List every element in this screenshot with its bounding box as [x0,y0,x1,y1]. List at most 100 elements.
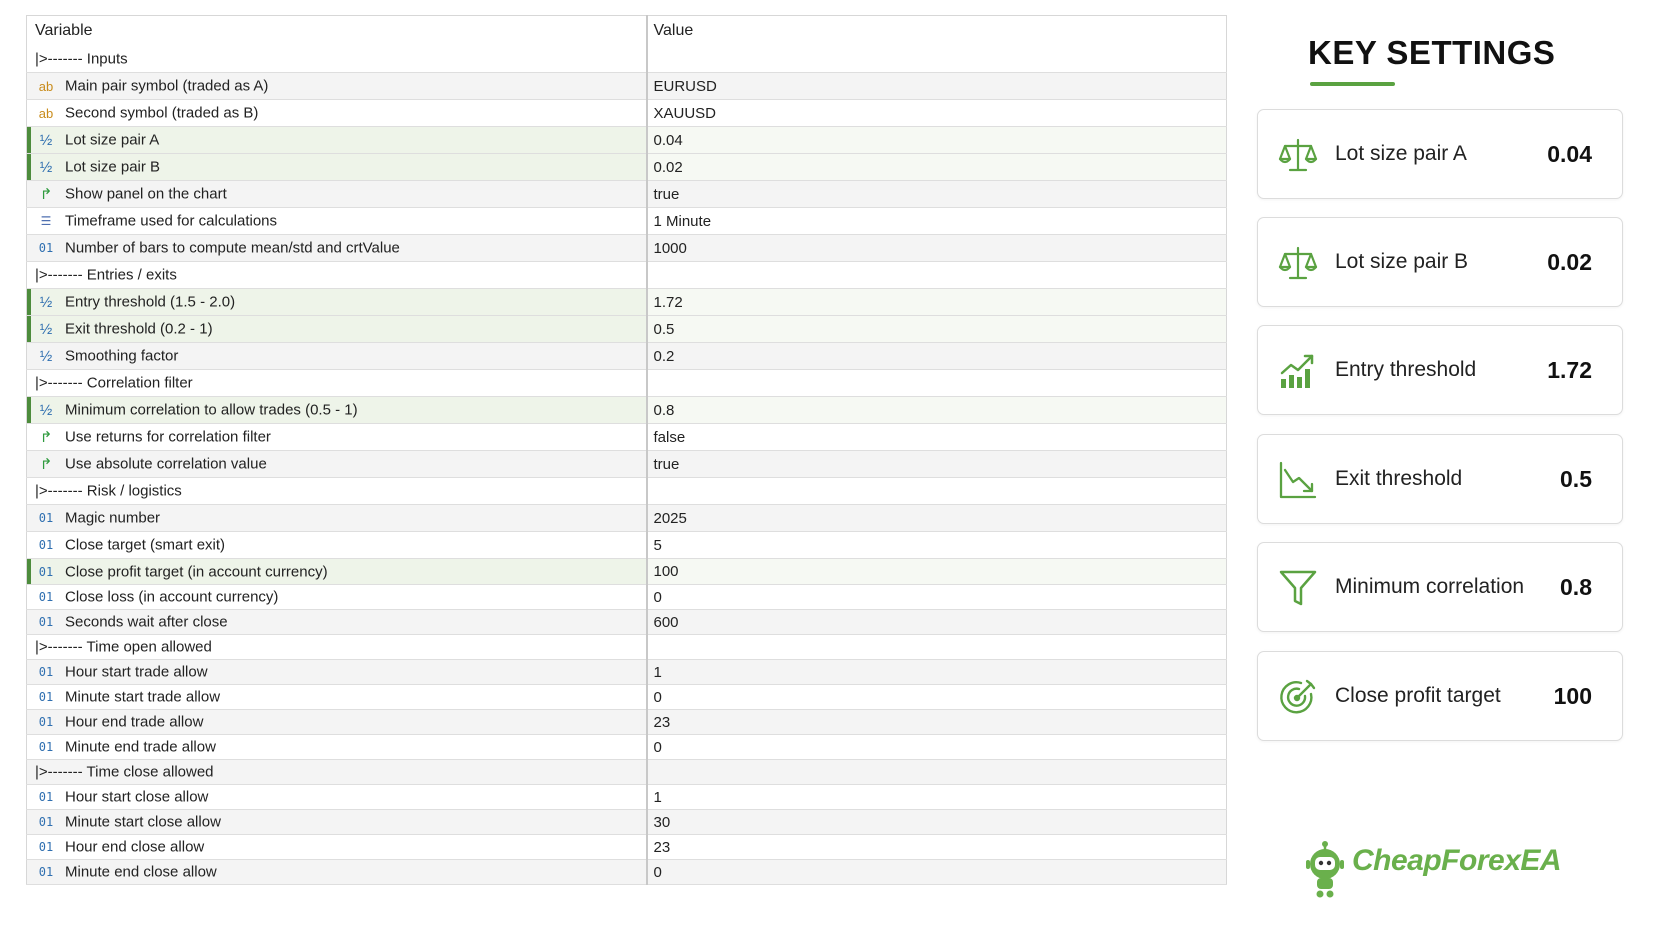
value-cell[interactable]: 30 [646,809,1227,835]
parameter-row[interactable]: 01 Minute end close allow 0 [26,859,1227,885]
parameter-row[interactable]: 01 Minute start trade allow 0 [26,684,1227,710]
value-cell[interactable]: true [646,450,1227,478]
integer-type-icon: 01 [38,538,54,553]
value-cell[interactable]: 1 [646,659,1227,685]
chart-down-icon [1279,461,1317,499]
value-cell[interactable]: EURUSD [646,72,1227,100]
group-label: |>------- Time close allowed [35,763,214,781]
parameter-row[interactable]: ab Main pair symbol (traded as A) EURUSD [26,72,1227,100]
parameter-row[interactable]: ↱ Use returns for correlation filter false [26,423,1227,451]
key-card-value: 0.02 [1547,249,1592,275]
variable-label: Hour end trade allow [65,713,204,731]
parameter-row[interactable]: ½ Lot size pair A 0.04 [26,126,1227,154]
value-cell[interactable]: 0 [646,859,1227,885]
variable-cell: 01 Minute end close allow [26,859,648,885]
value-cell[interactable]: 2025 [646,504,1227,532]
parameter-row[interactable]: 01 Minute end trade allow 0 [26,734,1227,760]
parameter-row[interactable]: 01 Hour end trade allow 23 [26,709,1227,735]
value-cell[interactable]: false [646,423,1227,451]
value-cell[interactable]: 600 [646,609,1227,635]
value-cell[interactable]: 0 [646,734,1227,760]
parameter-row[interactable]: ½ Exit threshold (0.2 - 1) 0.5 [26,315,1227,343]
parameter-row[interactable]: 01 Seconds wait after close 600 [26,609,1227,635]
parameter-row[interactable]: ab Second symbol (traded as B) XAUUSD [26,99,1227,127]
balance-scale-icon [1278,246,1318,280]
value-cell[interactable]: 0.02 [646,153,1227,181]
parameter-row[interactable]: 01 Close profit target (in account curren… [26,558,1227,585]
variable-cell: ab Main pair symbol (traded as A) [26,72,648,100]
parameter-row[interactable]: ↱ Show panel on the chart true [26,180,1227,208]
value-cell[interactable]: 0.2 [646,342,1227,370]
value-cell[interactable]: 23 [646,709,1227,735]
parameter-row[interactable]: 01 Magic number 2025 [26,504,1227,532]
variable-cell: ½ Smoothing factor [26,342,648,370]
parameter-row[interactable]: 01 Close target (smart exit) 5 [26,531,1227,559]
integer-type-icon: 01 [38,241,54,256]
group-header-row: |>------- Correlation filter [26,369,1227,397]
double-type-icon: ½ [39,320,53,338]
variable-label: Exit threshold (0.2 - 1) [65,320,213,338]
integer-type-icon: 01 [38,740,54,755]
variable-label: Timeframe used for calculations [65,212,278,230]
variable-cell: 01 Minute start trade allow [26,684,648,710]
robot-mascot-icon [1306,841,1344,898]
variable-label: Number of bars to compute mean/std and c… [65,239,400,257]
parameter-row[interactable]: ½ Lot size pair B 0.02 [26,153,1227,181]
value-cell[interactable]: 23 [646,834,1227,860]
parameter-row[interactable]: 01 Minute start close allow 30 [26,809,1227,835]
value-cell [646,369,1227,397]
parameter-row[interactable]: ½ Smoothing factor 0.2 [26,342,1227,370]
variable-label: Minute end close allow [65,863,217,881]
value-cell[interactable]: 1000 [646,234,1227,262]
parameter-row[interactable]: 01 Hour start close allow 1 [26,784,1227,810]
bool-type-icon: ↱ [39,429,53,447]
variable-label: Close profit target (in account currency… [65,563,328,581]
value-cell[interactable]: 0 [646,584,1227,610]
value-cell[interactable]: 1 [646,784,1227,810]
variable-cell: ↱ Use absolute correlation value [26,450,648,478]
parameter-row[interactable]: ☰ Timeframe used for calculations 1 Minute [26,207,1227,235]
integer-type-icon: 01 [38,615,54,630]
parameter-row[interactable]: 01 Hour end close allow 23 [26,834,1227,860]
value-column-header: Value [653,21,694,39]
double-type-icon: ½ [39,158,53,176]
variable-cell: 01 Magic number [26,504,648,532]
integer-type-icon: 01 [38,815,54,830]
parameter-row[interactable]: 01 Hour start trade allow 1 [26,659,1227,685]
variable-label: Minimum correlation to allow trades (0.5… [65,401,358,419]
value-cell[interactable]: 0.8 [646,396,1227,424]
value-cell[interactable]: 1 Minute [646,207,1227,235]
integer-type-icon: 01 [38,511,54,526]
parameter-row[interactable]: ↱ Use absolute correlation value true [26,450,1227,478]
value-cell[interactable]: true [646,180,1227,208]
value-cell[interactable]: 0.04 [646,126,1227,154]
table-header-row: Variable Value [26,15,1227,46]
key-card-close-profit-target: Close profit target 100 [1257,651,1623,741]
key-card-value: 0.04 [1547,141,1592,167]
value-cell[interactable]: 0 [646,684,1227,710]
group-header-row: |>------- Time open allowed [26,634,1227,660]
variable-cell: 01 Seconds wait after close [26,609,648,635]
value-cell[interactable]: 0.5 [646,315,1227,343]
variable-label: Hour start trade allow [65,663,208,681]
parameter-row[interactable]: ½ Minimum correlation to allow trades (0.… [26,396,1227,424]
variable-label: Entry threshold (1.5 - 2.0) [65,293,236,311]
parameter-row[interactable]: 01 Number of bars to compute mean/std and… [26,234,1227,262]
key-card-label: Minimum correlation [1335,575,1525,598]
value-cell [646,261,1227,289]
value-cell [646,634,1227,660]
key-card-label: Lot size pair A [1335,142,1467,165]
variable-label: Use returns for correlation filter [65,428,271,446]
value-cell[interactable]: 100 [646,558,1227,585]
parameter-row[interactable]: ½ Entry threshold (1.5 - 2.0) 1.72 [26,288,1227,316]
group-label: |>------- Entries / exits [35,266,177,284]
variable-cell: |>------- Risk / logistics [26,477,648,505]
value-cell[interactable]: XAUUSD [646,99,1227,127]
key-card-value: 0.8 [1560,574,1592,600]
variable-cell: ½ Lot size pair B [26,153,648,181]
key-settings-title: KEY SETTINGS [1308,34,1556,71]
value-cell[interactable]: 5 [646,531,1227,559]
variable-cell: 01 Minute start close allow [26,809,648,835]
parameter-row[interactable]: 01 Close loss (in account currency) 0 [26,584,1227,610]
value-cell[interactable]: 1.72 [646,288,1227,316]
